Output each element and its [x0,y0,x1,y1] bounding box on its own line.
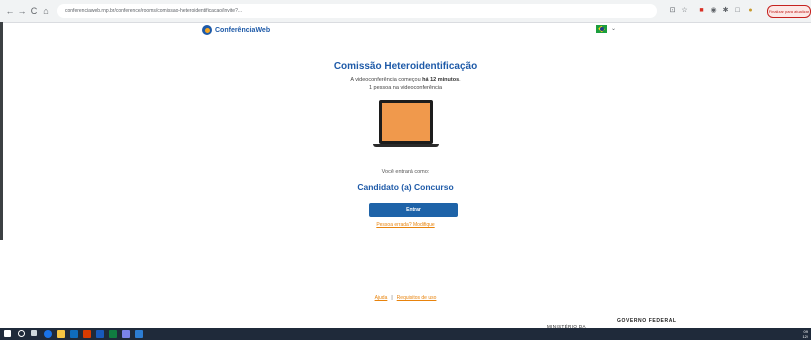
back-icon[interactable]: ← [4,5,16,17]
page-title: Comissão Heteroidentificação [333,61,478,72]
extension-icon-3[interactable]: ◉ [709,6,718,15]
profile-avatar-icon[interactable]: ● [746,6,755,15]
participant-name: Candidato (a) Concurso [357,182,454,192]
logo-icon [202,25,212,35]
address-bar[interactable]: conferenciaweb.rnp.br/conference/rooms/c… [57,4,657,18]
enter-button[interactable]: Entrar [369,203,458,217]
finish-update-button[interactable]: Finalizar para atualizar [767,5,811,18]
laptop-illustration [379,100,433,144]
window-edge [0,22,3,240]
office-taskbar-icon[interactable] [83,330,91,338]
search-icon[interactable] [18,330,25,337]
help-link[interactable]: Ajuda [375,295,388,301]
footer-links: Ajuda | Requisitos de uso [0,295,811,301]
extension-icon-2[interactable]: ■ [697,6,706,15]
extension-icon-1[interactable]: ⊡ [668,6,677,15]
chevron-down-icon[interactable]: ⌄ [611,25,616,32]
word-taskbar-icon[interactable] [96,330,104,338]
brazil-flag-icon[interactable] [596,25,607,33]
windows-start-icon[interactable] [4,330,11,337]
participant-count: 1 pessoa na videoconferência [368,85,443,91]
side-panel-icon[interactable]: □ [733,6,742,15]
edge-taskbar-icon[interactable] [70,330,78,338]
file-explorer-icon[interactable] [57,330,65,338]
enter-as-label: Você entrará como: [381,169,430,175]
chrome-taskbar-icon[interactable] [44,330,52,338]
terms-link[interactable]: Requisitos de uso [397,295,437,301]
extensions-puzzle-icon[interactable]: ✱ [721,6,730,15]
forward-icon[interactable]: → [16,5,28,17]
task-view-icon[interactable] [31,330,37,336]
app-taskbar-icon[interactable] [122,330,130,338]
reload-icon[interactable]: C [28,5,40,17]
home-icon[interactable]: ⌂ [40,5,52,17]
modify-person-link: Pessoa errada? Modifique [376,222,435,228]
logo-text: ConferênciaWeb [215,26,271,34]
taskbar-clock[interactable]: 09 12/ [802,329,808,339]
gov-label: GOVERNO FEDERAL [617,318,677,324]
taskbar: 09 12/ [0,328,811,340]
laptop-base [373,144,439,147]
bookmark-star-icon[interactable]: ☆ [680,6,689,15]
excel-taskbar-icon[interactable] [109,330,117,338]
elapsed-time: há 12 minutos [422,77,460,83]
photos-taskbar-icon[interactable] [135,330,143,338]
browser-toolbar: ← → C ⌂ conferenciaweb.rnp.br/conference… [0,0,811,23]
footer-separator: | [391,295,393,301]
site-logo[interactable]: ConferênciaWeb [202,24,270,36]
conference-started-text: A videoconferência começou há 12 minutos… [350,77,461,83]
